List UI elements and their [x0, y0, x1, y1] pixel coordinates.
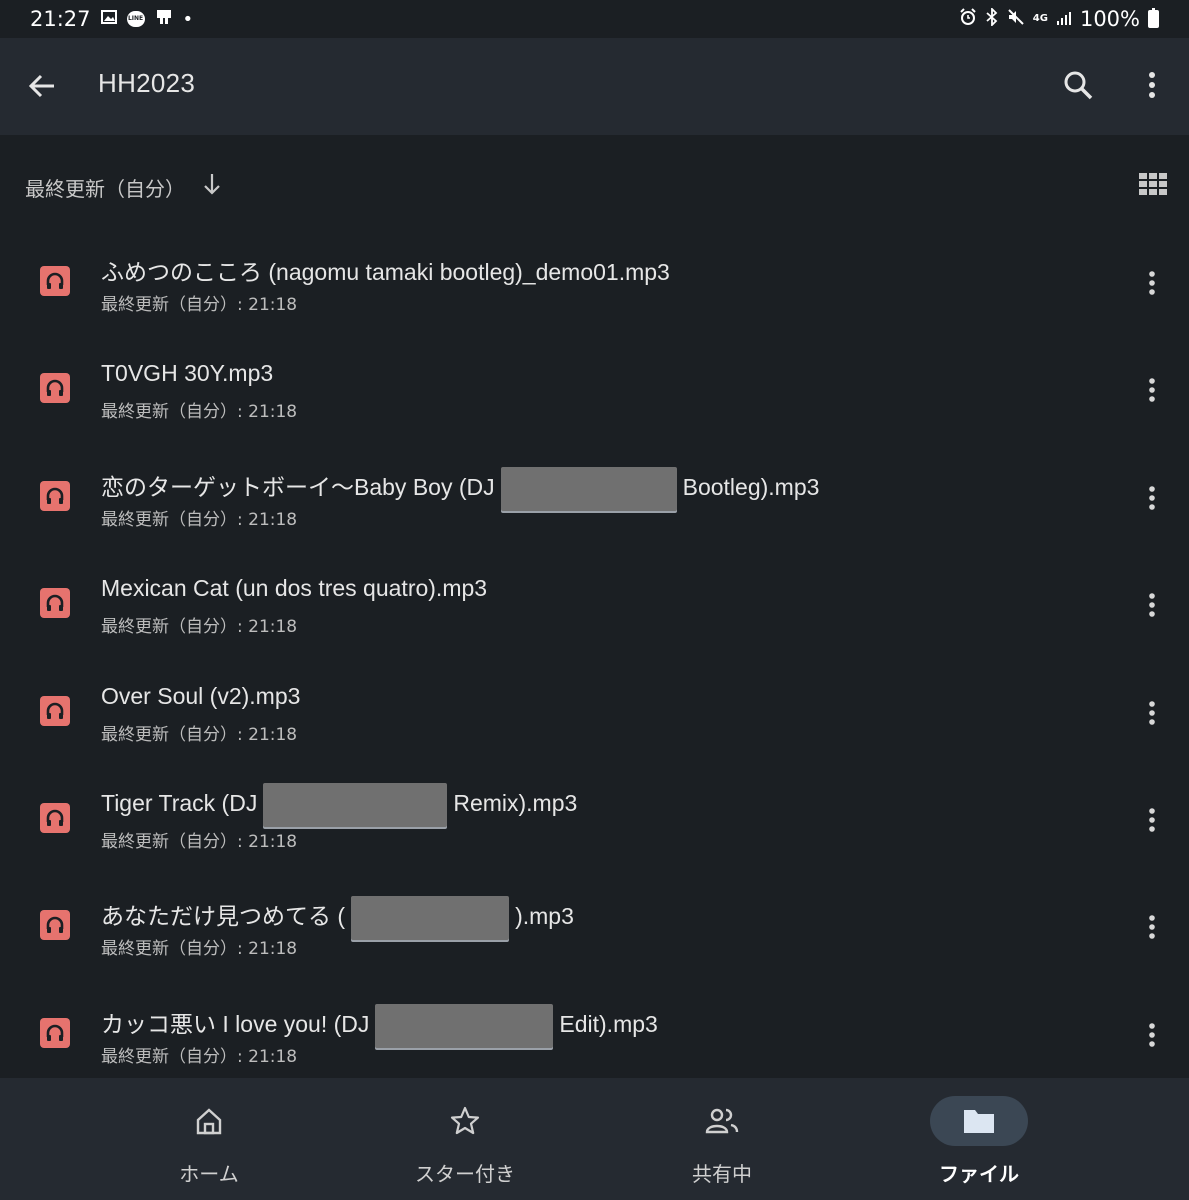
nav-label: 共有中	[692, 1162, 752, 1186]
more-vert-icon[interactable]	[1140, 805, 1164, 835]
nav-item[interactable]: スター付き	[345, 1078, 585, 1200]
notification-icon	[155, 8, 173, 30]
image-icon	[100, 9, 117, 29]
file-list: ふめつのこころ (nagomu tamaki bootleg)_demo01.m…	[0, 228, 1189, 1087]
app-bar: HH2023	[0, 38, 1189, 135]
audio-file-icon	[40, 910, 70, 941]
status-time: 21:27	[30, 7, 91, 31]
file-name: ふめつのこころ (nagomu tamaki bootleg)_demo01.m…	[101, 253, 670, 287]
audio-file-icon	[40, 695, 70, 726]
dot-icon: •	[182, 8, 194, 30]
home-icon	[160, 1096, 258, 1146]
page-title: HH2023	[98, 68, 196, 98]
audio-file-icon	[40, 266, 70, 296]
mute-icon	[1007, 7, 1025, 31]
file-row[interactable]: あなただけ見つめてる ( ).mp3 最終更新（自分）: 21:18	[0, 872, 1189, 979]
more-vert-icon[interactable]	[1140, 698, 1164, 728]
audio-file-icon	[40, 802, 70, 833]
file-meta: 最終更新（自分）: 21:18	[101, 831, 298, 852]
more-vert-icon[interactable]	[1140, 375, 1164, 405]
battery-percent: 100%	[1079, 7, 1140, 31]
file-name-part: Mexican Cat (un dos tres quatro).mp3	[101, 575, 488, 602]
file-name-part: あなただけ見つめてる (	[101, 903, 346, 930]
redaction-box	[263, 782, 448, 827]
redaction-box	[375, 1003, 554, 1048]
file-name-part: T0VGH 30Y.mp3	[101, 360, 274, 387]
file-name: あなただけ見つめてる ( ).mp3	[101, 896, 574, 941]
nav-item[interactable]: ファイル	[859, 1078, 1099, 1200]
more-vert-icon[interactable]	[1140, 912, 1164, 942]
battery-icon	[1148, 8, 1159, 28]
file-name: Over Soul (v2).mp3	[101, 683, 300, 710]
file-name: Mexican Cat (un dos tres quatro).mp3	[101, 575, 487, 602]
bottom-navigation: ホーム スター付き 共有中 ファイル	[0, 1078, 1189, 1200]
arrow-down-icon	[204, 174, 220, 195]
file-meta: 最終更新（自分）: 21:18	[101, 724, 298, 745]
file-meta: 最終更新（自分）: 21:18	[101, 617, 298, 638]
more-vert-icon[interactable]	[1140, 1020, 1164, 1050]
back-button[interactable]	[24, 68, 60, 104]
signal-icon	[1056, 7, 1072, 31]
grid-view-button[interactable]	[1138, 171, 1168, 197]
audio-file-icon	[40, 1017, 70, 1048]
file-name-part: カッコ悪い I love you! (DJ	[101, 1010, 370, 1037]
grid-view-icon	[1139, 173, 1167, 195]
file-name-part: ふめつのこころ (nagomu tamaki bootleg)_demo01.m…	[101, 259, 670, 285]
audio-file-icon	[40, 480, 70, 511]
file-row[interactable]: Over Soul (v2).mp3 最終更新（自分）: 21:18	[0, 658, 1189, 765]
status-bar: 21:27 LINE • 4G 100%	[0, 0, 1189, 38]
nav-item[interactable]: 共有中	[602, 1078, 842, 1200]
file-name-part: 恋のターゲットボーイ〜Baby Boy (DJ	[101, 473, 495, 500]
file-row[interactable]: ふめつのこころ (nagomu tamaki bootleg)_demo01.m…	[0, 228, 1189, 335]
nav-label: ホーム	[179, 1162, 239, 1186]
file-name-part: ).mp3	[515, 903, 574, 930]
file-meta: 最終更新（自分）: 21:18	[101, 295, 298, 315]
file-name: T0VGH 30Y.mp3	[101, 360, 273, 387]
network-type-label: 4G	[1032, 13, 1048, 24]
file-meta: 最終更新（自分）: 21:18	[101, 939, 298, 960]
alarm-icon	[959, 7, 977, 31]
nav-label: ファイル	[939, 1162, 1019, 1186]
file-name: カッコ悪い I love you! (DJ Edit).mp3	[101, 1003, 658, 1048]
people-icon	[673, 1096, 771, 1146]
nav-item[interactable]: ホーム	[89, 1078, 329, 1200]
more-vert-icon[interactable]	[1140, 268, 1164, 298]
file-name-part: Over Soul (v2).mp3	[101, 682, 301, 709]
file-name-part: Remix).mp3	[453, 789, 578, 816]
file-row[interactable]: 恋のターゲットボーイ〜Baby Boy (DJ Bootleg).mp3 最終更新（…	[0, 443, 1189, 550]
star-icon	[416, 1096, 514, 1146]
file-name: 恋のターゲットボーイ〜Baby Boy (DJ Bootleg).mp3	[101, 466, 820, 511]
file-row[interactable]: カッコ悪い I love you! (DJ Edit).mp3 最終更新（自分）: …	[0, 980, 1189, 1087]
search-icon	[1064, 71, 1093, 100]
search-button[interactable]	[1060, 67, 1096, 103]
file-name-part: Bootleg).mp3	[682, 473, 820, 500]
more-vert-icon[interactable]	[1140, 483, 1164, 513]
bluetooth-icon	[985, 6, 999, 31]
audio-file-icon	[40, 588, 70, 619]
sort-direction-button[interactable]	[200, 171, 224, 197]
file-row[interactable]: Tiger Track (DJ Remix).mp3 最終更新（自分）: 21:18	[0, 765, 1189, 872]
nav-label: スター付き	[415, 1162, 515, 1186]
sort-label[interactable]: 最終更新（自分）	[25, 173, 185, 202]
redaction-box	[351, 896, 510, 941]
file-name-part: Edit).mp3	[559, 1010, 658, 1037]
line-icon: LINE	[126, 11, 145, 27]
file-meta: 最終更新（自分）: 21:18	[101, 1046, 298, 1067]
file-meta: 最終更新（自分）: 21:18	[101, 509, 298, 530]
more-vert-icon	[1149, 72, 1155, 98]
file-row[interactable]: Mexican Cat (un dos tres quatro).mp3 最終更新…	[0, 550, 1189, 657]
more-vert-icon[interactable]	[1140, 590, 1164, 620]
audio-file-icon	[40, 373, 70, 404]
file-name-part: Tiger Track (DJ	[101, 789, 258, 816]
sort-bar: 最終更新（自分）	[0, 135, 1189, 235]
more-options-button[interactable]	[1134, 67, 1170, 103]
arrow-left-icon	[28, 74, 54, 98]
file-name: Tiger Track (DJ Remix).mp3	[101, 782, 578, 827]
folder-icon	[930, 1096, 1028, 1146]
redaction-box	[500, 466, 677, 511]
file-row[interactable]: T0VGH 30Y.mp3 最終更新（自分）: 21:18	[0, 335, 1189, 442]
file-meta: 最終更新（自分）: 21:18	[101, 402, 298, 423]
